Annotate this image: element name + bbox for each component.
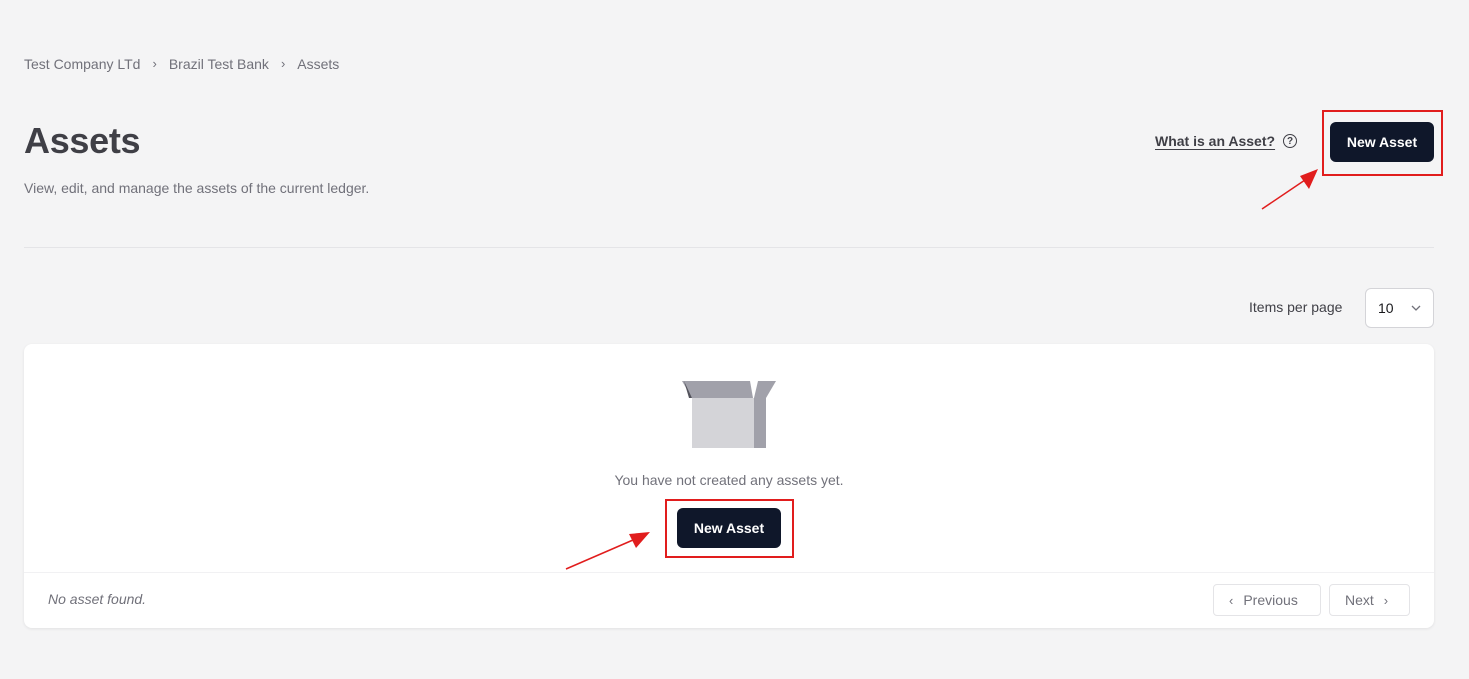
items-per-page-label: Items per page: [1249, 299, 1343, 315]
chevron-left-icon: ‹: [1229, 592, 1234, 608]
no-asset-found-text: No asset found.: [48, 591, 147, 607]
page-title: Assets: [24, 120, 141, 161]
annotation-arrow-icon: [1261, 169, 1318, 210]
help-link-label[interactable]: What is an Asset?: [1155, 133, 1275, 149]
highlight-box-header: [1322, 110, 1443, 176]
assets-table-card: You have not created any assets yet. New…: [24, 344, 1434, 628]
items-per-page-select[interactable]: 10: [1365, 288, 1434, 328]
next-label: Next: [1345, 592, 1374, 608]
breadcrumb-item-company[interactable]: Test Company LTd: [24, 56, 140, 72]
page-subtitle: View, edit, and manage the assets of the…: [24, 180, 370, 196]
empty-box-icon: [682, 380, 778, 455]
chevron-down-icon: [1411, 302, 1421, 314]
breadcrumb-separator-icon: ›: [152, 55, 157, 71]
divider: [24, 247, 1434, 248]
empty-state-message: You have not created any assets yet.: [614, 472, 844, 488]
footer-divider: [24, 572, 1434, 573]
breadcrumb-separator-icon: ›: [280, 55, 286, 71]
previous-page-button[interactable]: ‹ Previous: [1213, 584, 1321, 616]
highlight-box-empty: [665, 499, 794, 558]
items-per-page-value: 10: [1378, 300, 1394, 316]
chevron-right-icon: ›: [1383, 592, 1389, 608]
breadcrumb: Test Company LTd › Brazil Test Bank › As…: [24, 55, 340, 73]
breadcrumb-item-ledger[interactable]: Brazil Test Bank: [169, 56, 269, 72]
what-is-asset-link[interactable]: What is an Asset? ?: [1155, 133, 1298, 149]
question-circle-icon: ?: [1283, 134, 1298, 148]
next-page-button[interactable]: Next ›: [1329, 584, 1410, 616]
breadcrumb-item-assets: Assets: [297, 56, 340, 72]
previous-label: Previous: [1243, 592, 1298, 608]
